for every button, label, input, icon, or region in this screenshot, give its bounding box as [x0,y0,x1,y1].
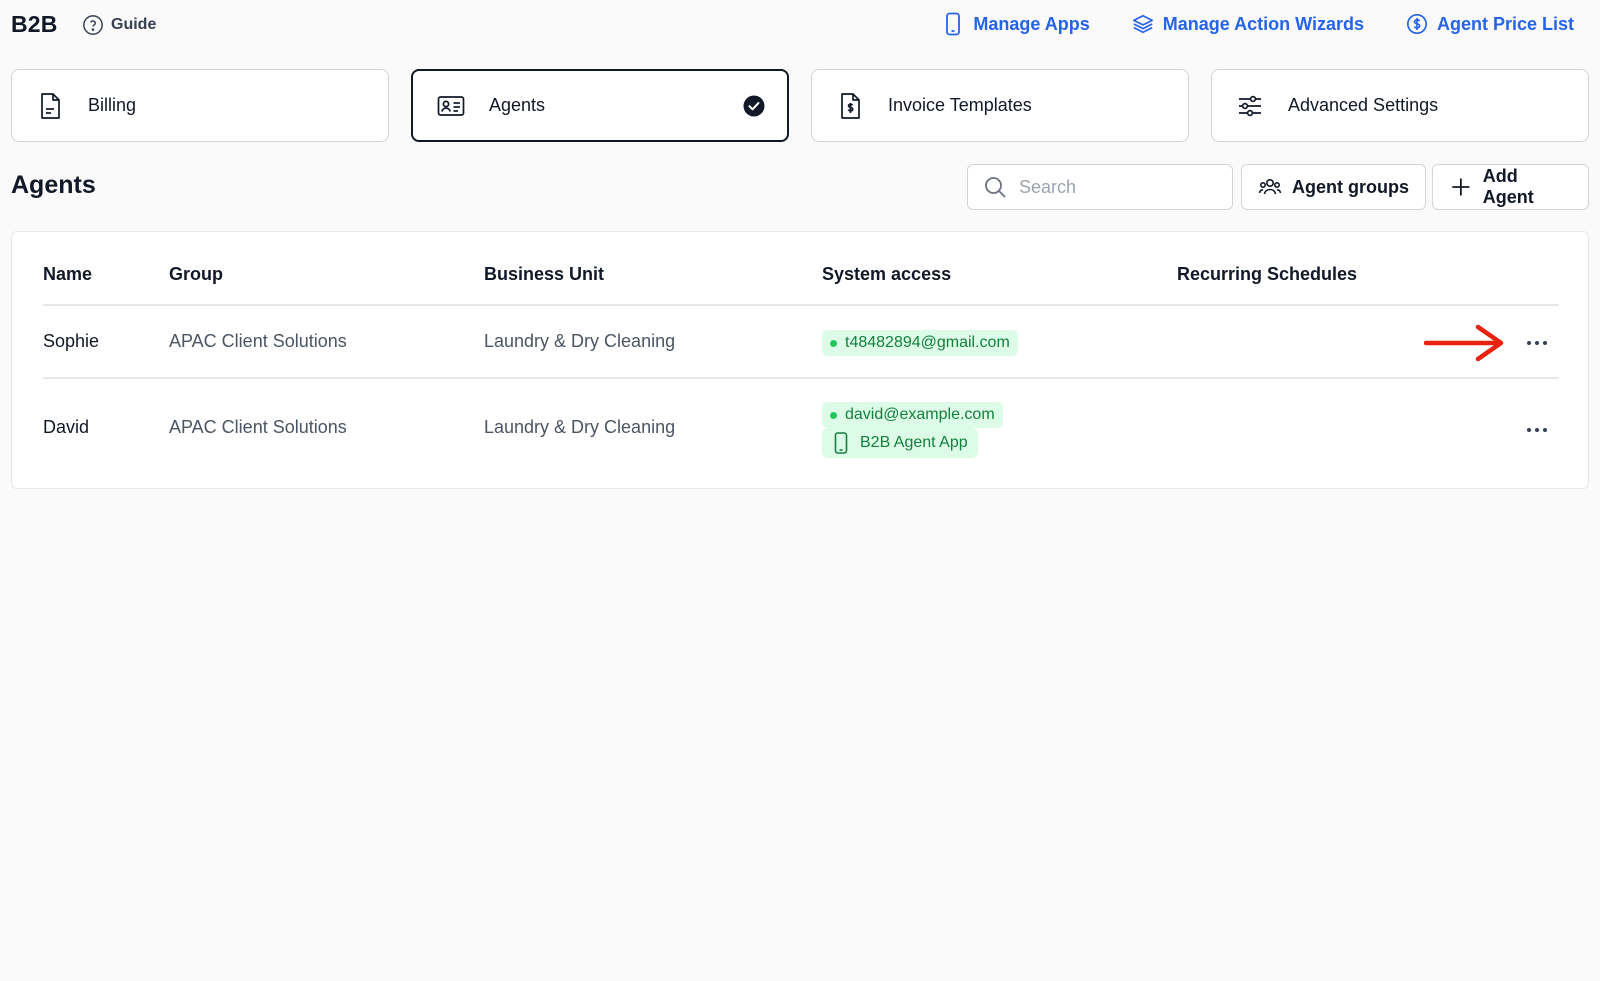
phone-icon [834,432,848,454]
card-agents[interactable]: Agents [411,69,789,142]
column-header-name[interactable]: Name [43,264,92,285]
card-agents-label: Agents [489,95,546,115]
manage-apps-link[interactable]: Manage Apps [942,12,1090,36]
id-card-icon [437,92,465,120]
search-box[interactable] [967,164,1233,210]
card-invoice-templates[interactable]: Invoice Templates [811,69,1189,142]
users-icon [1258,179,1282,195]
layers-icon [1132,14,1153,34]
agents-table: Name Group Business Unit System access R… [11,231,1589,489]
column-header-recurring-schedules[interactable]: Recurring Schedules [1177,264,1357,285]
cell-business-unit: Laundry & Dry Cleaning [484,331,676,351]
access-email: t48482894@gmail.com [845,334,1010,351]
access-app: B2B Agent App [860,434,968,451]
add-agent-label: Add Agent [1482,166,1534,207]
card-advanced-settings-label: Advanced Settings [1288,95,1439,115]
phone-icon [946,12,961,36]
column-header-system-access[interactable]: System access [822,264,951,285]
access-email-badge: david@example.com [822,402,1003,428]
cell-group: APAC Client Solutions [169,417,347,437]
cell-group: APAC Client Solutions [169,331,347,351]
agents-section-header: Agents Agent groups Add Agent [11,164,1589,210]
dollar-circle-icon [1406,14,1427,34]
top-links: Manage Apps Manage Action Wizards Agent … [942,12,1574,36]
card-invoice-templates-label: Invoice Templates [888,95,1032,115]
guide-link[interactable]: Guide [82,14,156,36]
cell-business-unit: Laundry & Dry Cleaning [484,417,676,437]
question-circle-icon [83,15,103,35]
manage-action-wizards-link[interactable]: Manage Action Wizards [1132,12,1364,36]
column-header-business-unit[interactable]: Business Unit [484,264,604,285]
plus-icon [1452,178,1470,196]
sliders-icon [1236,92,1264,120]
more-horizontal-icon [1527,428,1547,432]
row-divider [43,377,1559,379]
column-header-group[interactable]: Group [169,264,223,285]
settings-cards: Billing Agents Invoice Templates Advance… [11,69,1589,142]
top-bar: B2B Guide Manage Apps Manage Action Wiza… [0,0,1600,52]
brand-title: B2B [11,11,58,37]
cell-name: David [43,417,90,437]
manage-apps-label: Manage Apps [973,13,1090,34]
cell-name: Sophie [43,331,100,351]
agent-price-list-label: Agent Price List [1436,13,1574,34]
status-dot [830,339,837,347]
access-email: david@example.com [845,406,995,423]
search-input[interactable] [1019,176,1219,198]
page-title: Agents [11,171,96,199]
document-icon [36,92,64,120]
status-dot [830,411,837,419]
agent-groups-label: Agent groups [1292,176,1409,197]
agent-groups-button[interactable]: Agent groups [1241,164,1426,210]
row-actions-button[interactable] [1522,331,1552,355]
check-circle-icon [743,95,765,117]
guide-label: Guide [111,16,157,33]
more-horizontal-icon [1527,341,1547,345]
card-billing-label: Billing [88,95,137,115]
access-email-badge: t48482894@gmail.com [822,330,1018,356]
agent-price-list-link[interactable]: Agent Price List [1406,12,1574,36]
add-agent-button[interactable]: Add Agent [1432,164,1589,210]
card-advanced-settings[interactable]: Advanced Settings [1211,69,1589,142]
search-icon [985,177,1006,198]
invoice-dollar-icon [836,92,864,120]
card-billing[interactable]: Billing [11,69,389,142]
manage-action-wizards-label: Manage Action Wizards [1162,13,1364,34]
annotation-arrow-icon [1424,324,1504,362]
row-actions-button[interactable] [1522,418,1552,442]
access-app-badge: B2B Agent App [822,428,978,458]
header-divider [43,304,1559,306]
